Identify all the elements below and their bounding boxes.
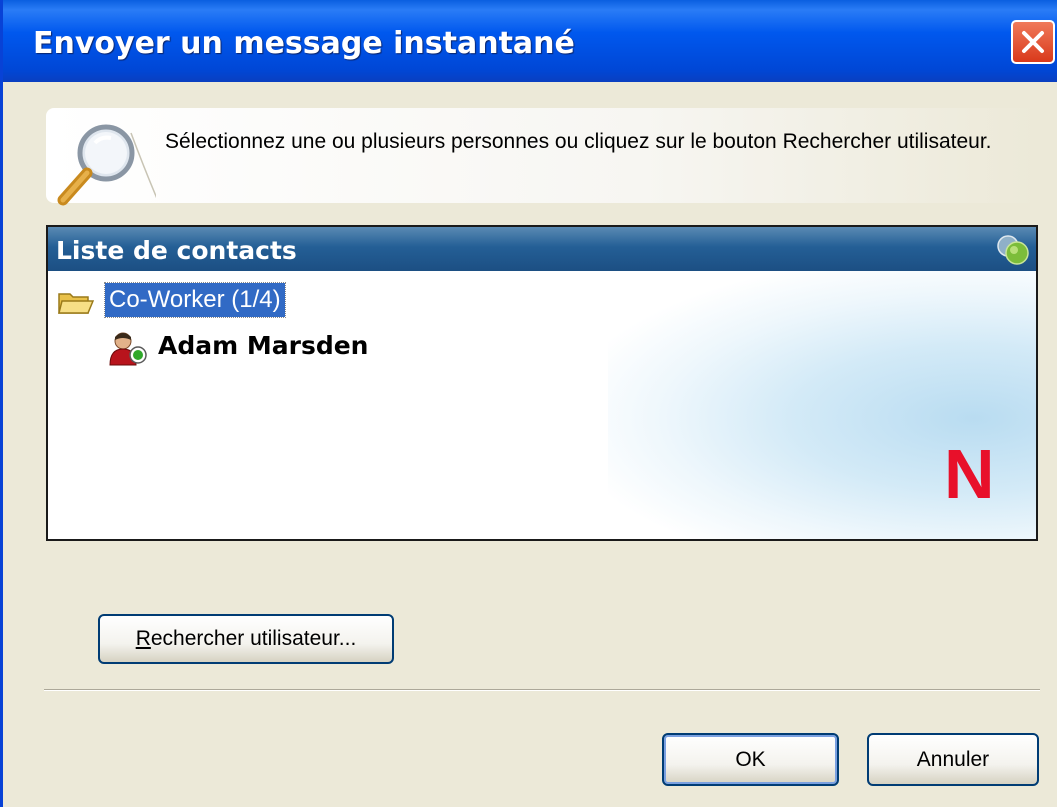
- cancel-button-label: Annuler: [916, 747, 990, 771]
- dialog-window: Envoyer un message instantané Sélectionn…: [0, 0, 1057, 807]
- group-label[interactable]: Co-Worker (1/4): [104, 282, 286, 318]
- contact-list-title: Liste de contacts: [56, 236, 297, 265]
- contact-list[interactable]: N Liste de contacts Co-Worker (1/4) Adam…: [46, 225, 1038, 541]
- search-user-button[interactable]: Rechercher utilisateur...: [98, 614, 394, 664]
- ok-button-label: OK: [735, 747, 766, 771]
- contact-list-header: Liste de contacts: [48, 227, 1036, 271]
- cancel-button[interactable]: Annuler: [867, 733, 1039, 786]
- separator: [44, 689, 1040, 691]
- close-icon: [1022, 31, 1044, 53]
- contact-name: Adam Marsden: [158, 331, 369, 360]
- novell-logo: N: [944, 435, 995, 513]
- folder-open-icon: [58, 293, 94, 314]
- close-button[interactable]: [1011, 20, 1055, 64]
- info-banner: Sélectionnez une ou plusieurs personnes …: [46, 108, 1039, 206]
- user-online-icon: [109, 332, 147, 366]
- window-title: Envoyer un message instantané: [33, 26, 575, 61]
- search-user-button-label: Rechercher utilisateur...: [135, 627, 357, 650]
- info-text: Sélectionnez une ou plusieurs personnes …: [165, 130, 992, 153]
- dialog-body: Sélectionnez une ou plusieurs personnes …: [6, 82, 1057, 807]
- title-bar[interactable]: Envoyer un message instantané: [3, 0, 1057, 82]
- magnifier-icon: [57, 124, 156, 206]
- presence-icon: [997, 235, 1029, 265]
- ok-button[interactable]: OK: [662, 733, 839, 786]
